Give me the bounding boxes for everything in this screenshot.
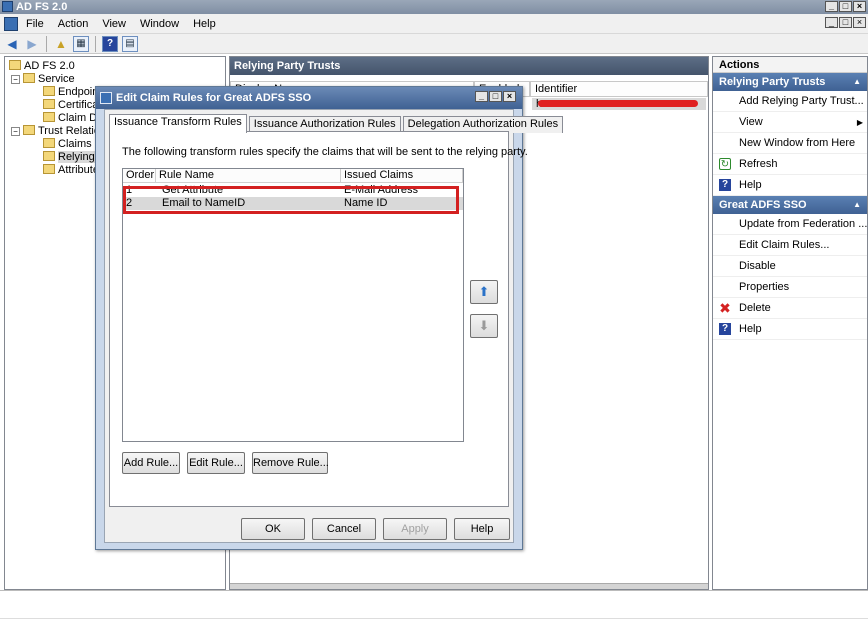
- action-delete[interactable]: ✖ Delete: [713, 298, 867, 319]
- menu-file[interactable]: File: [26, 18, 44, 30]
- tree-attribute-stores[interactable]: Attribute: [43, 164, 99, 177]
- show-hide-tree-icon[interactable]: ▦: [73, 35, 89, 52]
- tree-trust-relationships[interactable]: − Trust Relatio: [11, 125, 100, 138]
- add-rule-button[interactable]: Add Rule...: [122, 452, 180, 474]
- action-refresh[interactable]: ↻ Refresh: [713, 154, 867, 175]
- help-icon: ?: [719, 323, 731, 335]
- action-view[interactable]: View ▶: [713, 112, 867, 133]
- action-disable[interactable]: Disable: [713, 256, 867, 277]
- window-title-bar: AD FS 2.0 _ □ ×: [0, 0, 868, 14]
- folder-icon: [43, 151, 55, 161]
- back-arrow-icon[interactable]: ◀: [4, 36, 20, 52]
- folder-icon: [23, 125, 35, 135]
- help-icon[interactable]: ?: [102, 35, 118, 52]
- close-button[interactable]: ×: [853, 1, 866, 12]
- dialog-body: Issuance Transform Rules Issuance Author…: [104, 109, 564, 543]
- action-help[interactable]: ? Help: [713, 175, 867, 196]
- col-rule-name[interactable]: Rule Name: [156, 169, 341, 183]
- pane-title: Relying Party Trusts: [230, 57, 708, 75]
- col-issued-claims[interactable]: Issued Claims: [341, 169, 463, 183]
- child-close-button[interactable]: ×: [853, 17, 866, 28]
- apply-button[interactable]: Apply: [383, 518, 447, 540]
- tree-root[interactable]: AD FS 2.0: [9, 60, 75, 73]
- dialog-title-bar[interactable]: Edit Claim Rules for Great ADFS SSO _ □ …: [96, 87, 522, 109]
- actions-section-relying-party-trusts[interactable]: Relying Party Trusts ▲: [713, 73, 867, 91]
- tab-panel: The following transform rules specify th…: [109, 131, 528, 507]
- edit-rule-button[interactable]: Edit Rule...: [187, 452, 245, 474]
- rules-highlight-box: [123, 186, 459, 214]
- bottom-divider: [0, 618, 868, 619]
- submenu-arrow-icon: ▶: [856, 118, 863, 127]
- menu-help[interactable]: Help: [193, 18, 216, 30]
- maximize-button[interactable]: □: [839, 1, 852, 12]
- folder-icon: [43, 112, 55, 122]
- child-minimize-button[interactable]: _: [825, 17, 838, 28]
- toolbar: ◀ ▶ ▲ ▦ ? ▤: [0, 34, 868, 54]
- forward-arrow-icon[interactable]: ▶: [24, 36, 40, 52]
- cancel-button[interactable]: Cancel: [312, 518, 376, 540]
- rules-description: The following transform rules specify th…: [122, 146, 528, 158]
- actions-section-great-adfs-sso[interactable]: Great ADFS SSO ▲: [713, 196, 867, 214]
- rules-list-header: Order Rule Name Issued Claims: [123, 169, 463, 183]
- help-button[interactable]: Help: [454, 518, 510, 540]
- collapse-triangle-icon[interactable]: ▲: [853, 73, 861, 91]
- dialog-tabs: Issuance Transform Rules Issuance Author…: [109, 114, 565, 133]
- mmc-app-icon: [4, 16, 18, 31]
- remove-rule-button[interactable]: Remove Rule...: [252, 452, 329, 474]
- edit-claim-rules-dialog: Edit Claim Rules for Great ADFS SSO _ □ …: [95, 86, 564, 550]
- dialog-maximize-button[interactable]: □: [489, 91, 502, 102]
- move-up-button[interactable]: ⬆: [470, 280, 498, 304]
- action-add-relying-party-trust[interactable]: Add Relying Party Trust...: [713, 91, 867, 112]
- action-properties[interactable]: Properties: [713, 277, 867, 298]
- ok-button[interactable]: OK: [241, 518, 305, 540]
- horizontal-scrollbar[interactable]: [230, 583, 708, 589]
- tree-service[interactable]: − Service: [11, 73, 75, 86]
- folder-icon: [9, 60, 21, 70]
- refresh-icon: ↻: [719, 158, 731, 170]
- adfs-app-icon: [2, 1, 13, 12]
- toolbar-separator: [46, 35, 47, 52]
- status-divider: [0, 590, 868, 591]
- collapse-icon[interactable]: −: [11, 127, 20, 136]
- properties-icon[interactable]: ▤: [122, 35, 138, 52]
- tab-issuance-transform-rules[interactable]: Issuance Transform Rules: [109, 114, 247, 133]
- folder-icon: [43, 138, 55, 148]
- actions-title: Actions: [713, 57, 867, 73]
- window-title: AD FS 2.0: [16, 1, 68, 13]
- tree-endpoints[interactable]: Endpoint: [43, 86, 101, 99]
- folder-icon: [43, 86, 55, 96]
- redaction-mark: [538, 100, 698, 107]
- minimize-button[interactable]: _: [825, 1, 838, 12]
- actions-pane: Actions Relying Party Trusts ▲ Add Relyin…: [712, 56, 868, 590]
- dialog-minimize-button[interactable]: _: [475, 91, 488, 102]
- tree-certificates[interactable]: Certificat: [43, 99, 101, 112]
- collapse-triangle-icon[interactable]: ▲: [853, 196, 861, 214]
- collapse-icon[interactable]: −: [11, 75, 20, 84]
- up-folder-icon[interactable]: ▲: [53, 36, 69, 52]
- action-help-2[interactable]: ? Help: [713, 319, 867, 340]
- folder-icon: [43, 164, 55, 174]
- dialog-close-button[interactable]: ×: [503, 91, 516, 102]
- menu-window[interactable]: Window: [140, 18, 179, 30]
- child-restore-button[interactable]: □: [839, 17, 852, 28]
- dialog-title: Edit Claim Rules for Great ADFS SSO: [116, 92, 312, 104]
- toolbar-separator: [95, 35, 96, 52]
- delete-icon: ✖: [719, 300, 731, 316]
- help-icon: ?: [719, 179, 731, 191]
- folder-icon: [23, 73, 35, 83]
- move-down-button[interactable]: ⬇: [470, 314, 498, 338]
- dialog-app-icon: [100, 92, 112, 104]
- col-order[interactable]: Order: [123, 169, 156, 183]
- menu-view[interactable]: View: [102, 18, 126, 30]
- col-identifier[interactable]: Identifier: [530, 81, 708, 97]
- menu-action[interactable]: Action: [58, 18, 89, 30]
- action-edit-claim-rules[interactable]: Edit Claim Rules...: [713, 235, 867, 256]
- folder-icon: [43, 99, 55, 109]
- action-update-from-federation[interactable]: Update from Federation ...: [713, 214, 867, 235]
- action-new-window[interactable]: New Window from Here: [713, 133, 867, 154]
- menubar: File Action View Window Help _ □ ×: [0, 14, 868, 34]
